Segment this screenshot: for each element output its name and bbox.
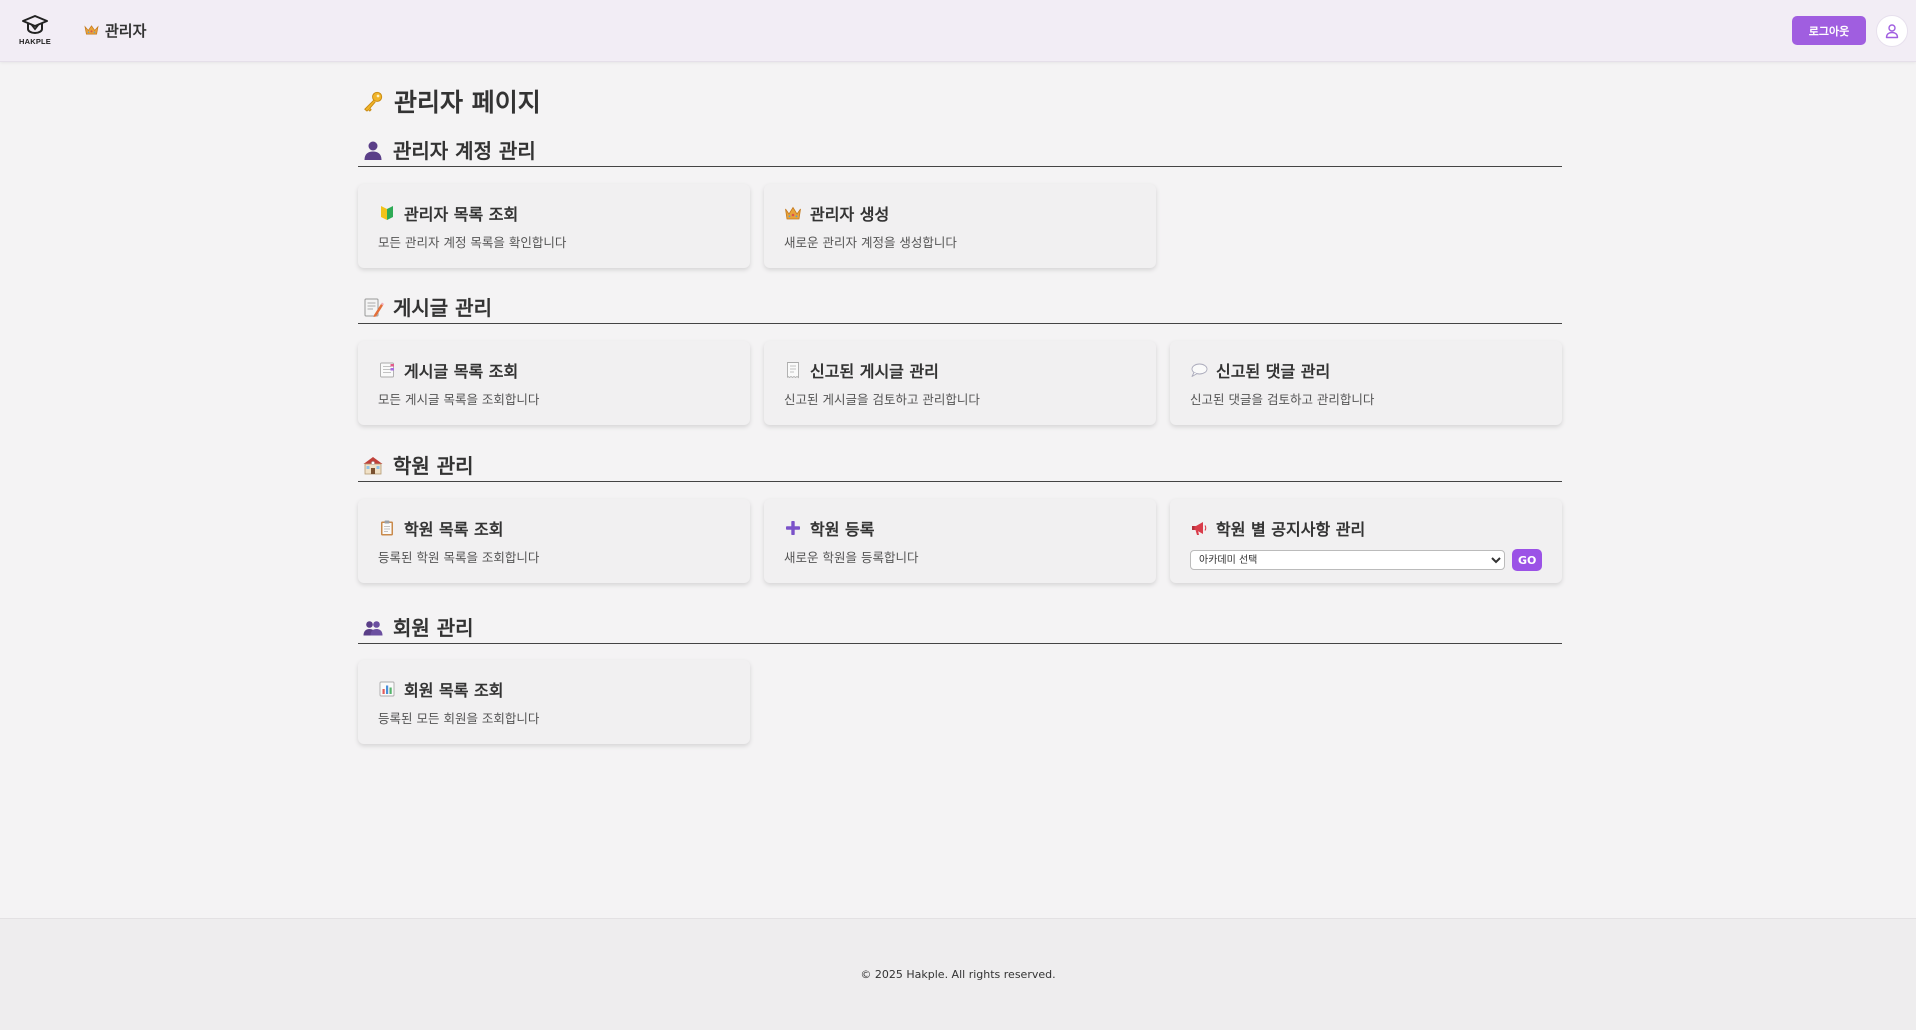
card-admin-create[interactable]: 관리자 생성 새로운 관리자 계정을 생성합니다: [764, 184, 1156, 268]
card-description: 모든 관리자 계정 목록을 확인합니다: [378, 235, 567, 250]
card-description: 등록된 학원 목록을 조회합니다: [378, 550, 540, 565]
page-footer: © 2025 Hakple. All rights reserved.: [0, 918, 1916, 1030]
page-title: 관리자 페이지: [362, 84, 541, 118]
user-profile-button[interactable]: [1876, 15, 1908, 47]
card-academy-register[interactable]: 학원 등록 새로운 학원을 등록합니다: [764, 499, 1156, 583]
card-title: 신고된 게시글 관리: [784, 359, 1136, 381]
card-description: 새로운 관리자 계정을 생성합니다: [784, 235, 957, 250]
card-title: 학원 목록 조회: [378, 517, 730, 539]
bookmark-tabs-icon: [380, 362, 394, 378]
section-members: 회원 관리: [358, 610, 1562, 644]
card-academy-notices: 학원 별 공지사항 관리 아카데미 선택 GO: [1170, 499, 1562, 583]
clipboard-icon: [381, 520, 393, 536]
logout-button[interactable]: 로그아웃: [1792, 16, 1866, 45]
speech-bubble-icon: [1191, 363, 1208, 377]
card-title: 신고된 댓글 관리: [1190, 359, 1542, 381]
card-description: 신고된 댓글을 검토하고 관리합니다: [1190, 392, 1375, 407]
card-academy-list[interactable]: 학원 목록 조회 등록된 학원 목록을 조회합니다: [358, 499, 750, 583]
card-title: 관리자 생성: [784, 202, 1136, 224]
crown-icon: [785, 206, 801, 220]
academy-select[interactable]: 아카데미 선택: [1190, 550, 1506, 570]
card-title: 회원 목록 조회: [378, 678, 730, 700]
school-icon: [363, 456, 383, 474]
beginner-badge-icon: [381, 206, 393, 220]
section-heading-text: 회원 관리: [393, 616, 474, 640]
go-button[interactable]: GO: [1512, 549, 1542, 571]
card-reported-comments[interactable]: 신고된 댓글 관리 신고된 댓글을 검토하고 관리합니다: [1170, 341, 1562, 425]
bar-chart-icon: [379, 681, 395, 697]
card-title: 게시글 목록 조회: [378, 359, 730, 381]
hakple-logo[interactable]: HAKPLE: [18, 14, 52, 48]
receipt-icon: [787, 362, 799, 379]
card-reported-posts[interactable]: 신고된 게시글 관리 신고된 게시글을 검토하고 관리합니다: [764, 341, 1156, 425]
card-title: 학원 등록: [784, 517, 1136, 539]
section-heading-text: 학원 관리: [393, 454, 474, 478]
card-description: 새로운 학원을 등록합니다: [784, 550, 919, 565]
section-heading-text: 관리자 계정 관리: [393, 139, 536, 163]
memo-icon: [364, 298, 384, 317]
admin-label-text: 관리자: [105, 21, 147, 40]
card-title: 학원 별 공지사항 관리: [1190, 517, 1542, 539]
plus-icon: [786, 521, 800, 535]
megaphone-icon: [1192, 522, 1207, 535]
hakple-logo-icon: [22, 15, 48, 35]
copyright-text: © 2025 Hakple. All rights reserved.: [860, 968, 1056, 981]
top-header: HAKPLE 관리자 로그아웃: [0, 0, 1916, 62]
section-posts: 게시글 관리: [358, 290, 1562, 324]
key-icon: [364, 91, 383, 112]
logo-text: HAKPLE: [18, 37, 52, 46]
card-member-list[interactable]: 회원 목록 조회 등록된 모든 회원을 조회합니다: [358, 660, 750, 744]
crown-icon: [84, 25, 99, 35]
card-description: 신고된 게시글을 검토하고 관리합니다: [784, 392, 980, 407]
user-icon: [1885, 24, 1899, 39]
section-academies: 학원 관리: [358, 448, 1562, 482]
card-description: 등록된 모든 회원을 조회합니다: [378, 711, 540, 726]
notice-controls: 아카데미 선택 GO: [1190, 549, 1542, 571]
person-icon: [364, 141, 382, 160]
card-admin-list[interactable]: 관리자 목록 조회 모든 관리자 계정 목록을 확인합니다: [358, 184, 750, 268]
card-description: 모든 게시글 목록을 조회합니다: [378, 392, 540, 407]
card-post-list[interactable]: 게시글 목록 조회 모든 게시글 목록을 조회합니다: [358, 341, 750, 425]
admin-nav-label[interactable]: 관리자: [84, 19, 146, 41]
people-icon: [363, 620, 383, 635]
page-title-text: 관리자 페이지: [394, 88, 541, 117]
section-admin-accounts: 관리자 계정 관리: [358, 133, 1562, 167]
section-heading-text: 게시글 관리: [393, 296, 492, 320]
card-title: 관리자 목록 조회: [378, 202, 730, 224]
